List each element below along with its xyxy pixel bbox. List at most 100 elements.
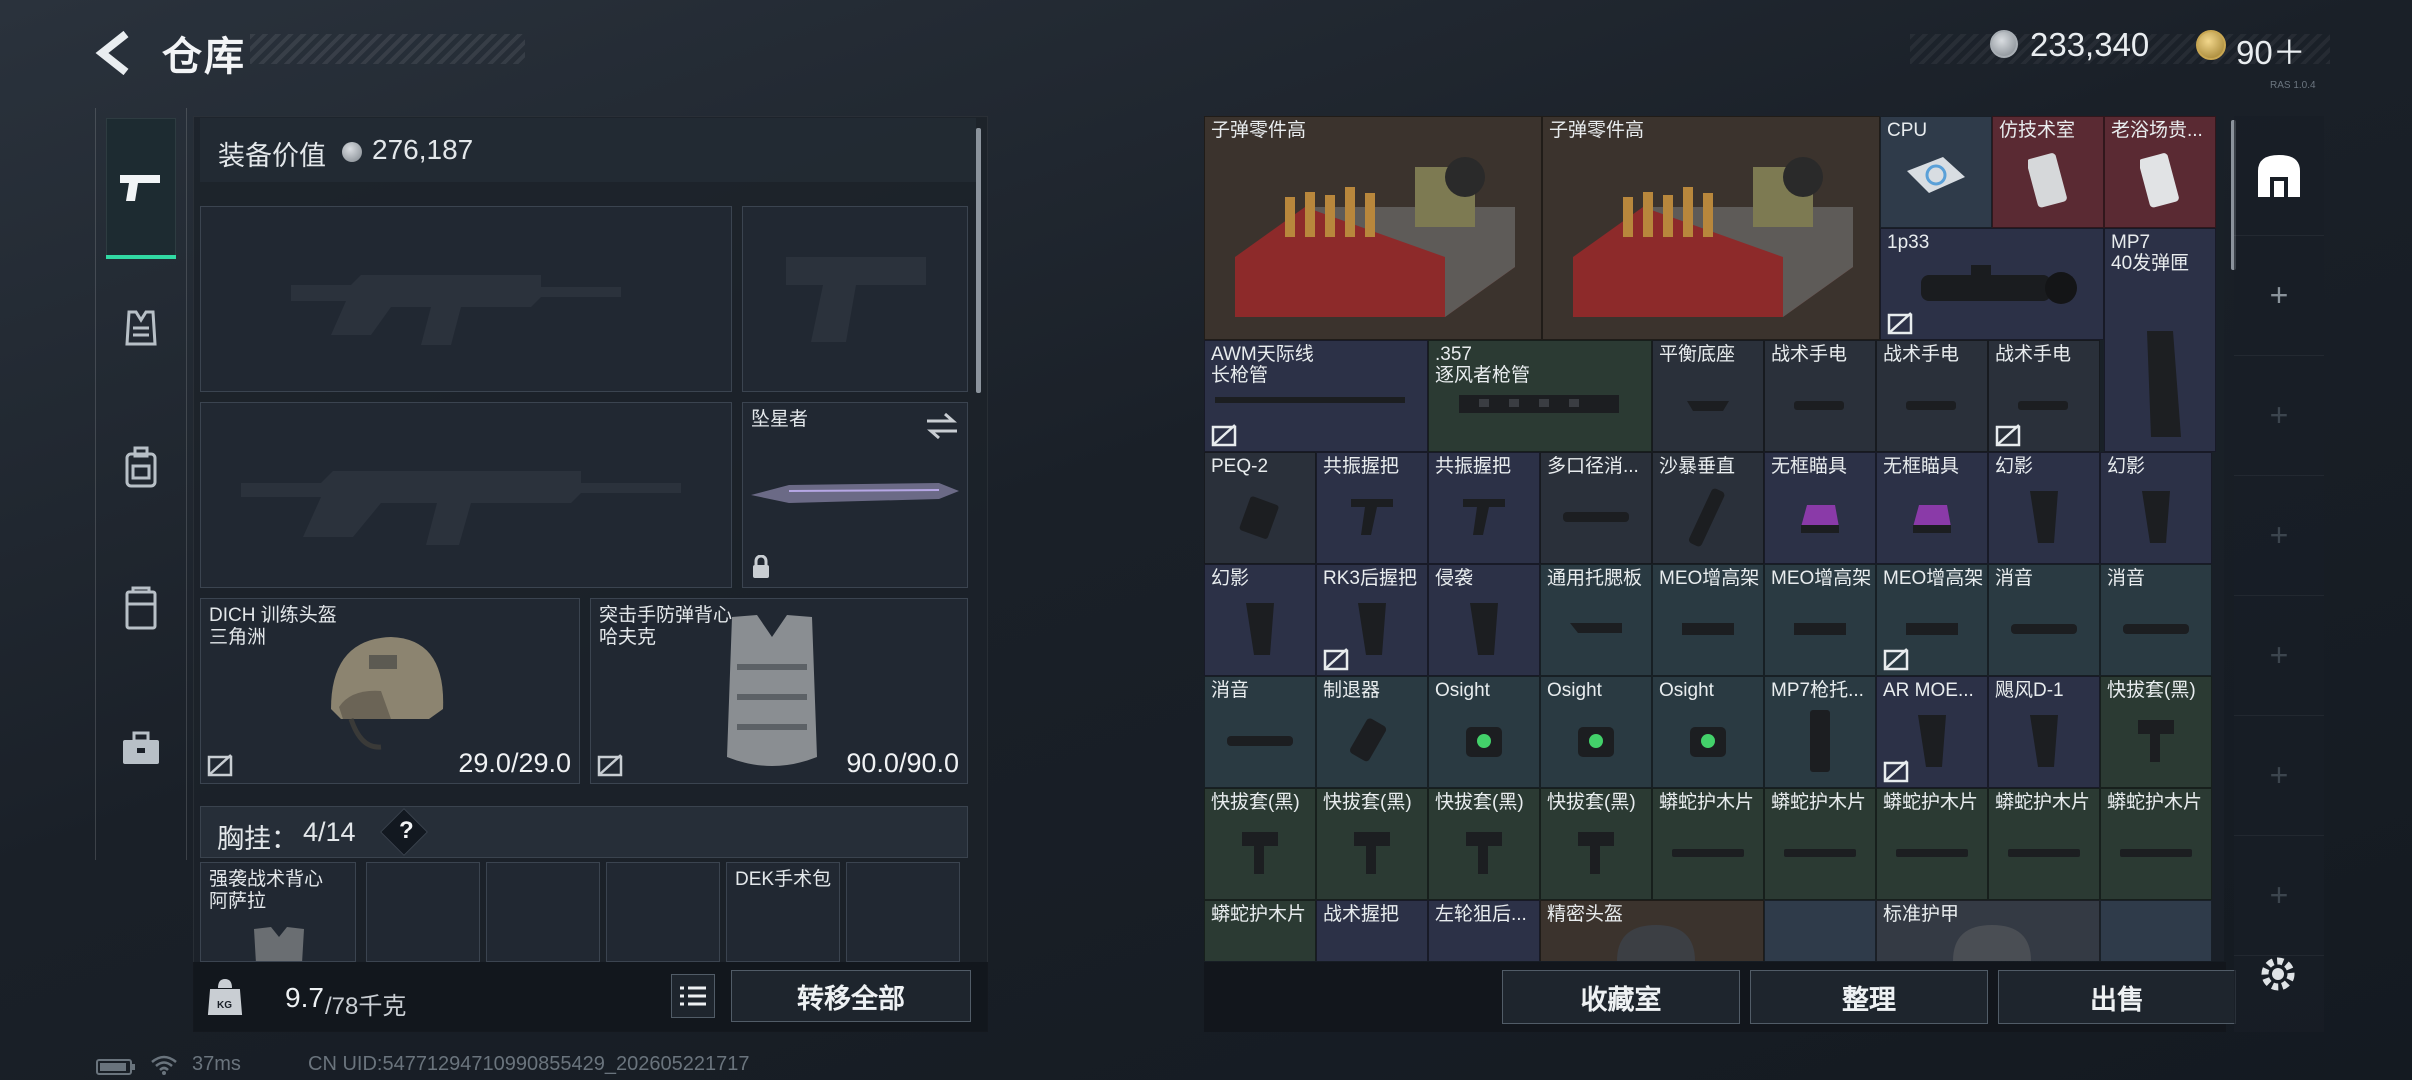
stash-item[interactable]: Osight (1540, 676, 1652, 788)
armor-slot[interactable]: 突击手防弹背心 哈夫克 90.0/90.0 (590, 598, 968, 784)
stash-item[interactable]: 沙暴垂直 (1652, 452, 1764, 564)
stash-item[interactable]: .357 逐风者枪管 (1428, 340, 1652, 452)
helmet-slot[interactable]: DICH 训练头盔 三角洲 29.0/29.0 (200, 598, 580, 784)
item-name: MP7 (2111, 232, 2151, 253)
stash-item[interactable]: 幻影 (2100, 452, 2212, 564)
stash-item[interactable]: AWM天际线 长枪管 (1204, 340, 1428, 452)
stash-item[interactable]: 幻影 (1204, 564, 1316, 676)
rig-slot-empty[interactable] (486, 862, 600, 962)
stash-item[interactable]: 快拔套(黑) (1540, 788, 1652, 900)
chest-rig-item[interactable]: 强袭战术背心 阿萨拉 (200, 862, 356, 962)
stash-item[interactable]: 消音 (2100, 564, 2212, 676)
rig-slot-empty[interactable] (366, 862, 480, 962)
secondary-weapon-slot[interactable] (200, 402, 732, 588)
list-view-button[interactable] (671, 974, 715, 1018)
stash-item[interactable]: 蟒蛇护木片 (1876, 788, 1988, 900)
stash-item[interactable]: 平衡底座 (1652, 340, 1764, 452)
keycard-icon (2140, 152, 2179, 208)
stash-item[interactable]: 飓风D-1 (1988, 676, 2100, 788)
stash-item[interactable]: CPU (1880, 116, 1992, 228)
stash-item[interactable]: MP7 40发弹匣 (2104, 228, 2216, 452)
stash-item[interactable]: 幻影 (1988, 452, 2100, 564)
stash-item[interactable]: 快拔套(黑) (1204, 788, 1316, 900)
plus-icon: + (2269, 877, 2289, 913)
add-storage-button[interactable]: + (2234, 596, 2324, 716)
stash-item[interactable]: 共振握把 (1316, 452, 1428, 564)
equipment-scrollbar[interactable] (976, 128, 981, 393)
stash-item[interactable]: 仿技术室 (1992, 116, 2104, 228)
tab-case[interactable] (106, 538, 176, 678)
stash-item[interactable]: RK3后握把 (1316, 564, 1428, 676)
rig-slot-empty[interactable] (606, 862, 720, 962)
red-dot-icon (1690, 726, 1726, 757)
item-name: 多口径消... (1547, 456, 1639, 477)
collection-button[interactable]: 收藏室 (1502, 970, 1740, 1024)
chest-count: 4/14 (303, 817, 356, 847)
item-name: AWM天际线 (1211, 344, 1314, 365)
add-storage-button[interactable]: + (2234, 716, 2324, 836)
stash-item[interactable]: 战术手电 (1988, 340, 2100, 452)
stash-item-empty[interactable] (1764, 900, 1876, 961)
stash-item[interactable]: 多口径消... (1540, 452, 1652, 564)
stash-item[interactable]: 快拔套(黑) (2100, 676, 2212, 788)
stash-item[interactable]: 无框瞄具 (1764, 452, 1876, 564)
stash-item[interactable]: 蟒蛇护木片 (1652, 788, 1764, 900)
stash-item[interactable]: MEO增高架 (1876, 564, 1988, 676)
stash-item[interactable]: 精密头盔 (1540, 900, 1764, 961)
stash-item[interactable]: Osight (1428, 676, 1540, 788)
stash-item[interactable]: 快拔套(黑) (1428, 788, 1540, 900)
add-storage-button[interactable]: + (2234, 236, 2324, 356)
stash-item[interactable]: 蟒蛇护木片 (1764, 788, 1876, 900)
stash-item[interactable]: 消音 (1988, 564, 2100, 676)
stash-item[interactable]: 无框瞄具 (1876, 452, 1988, 564)
item-name: 快拔套(黑) (1547, 792, 1636, 813)
stash-item[interactable]: 共振握把 (1428, 452, 1540, 564)
transfer-all-button[interactable]: 转移全部 (731, 970, 971, 1022)
add-storage-button[interactable]: + (2234, 356, 2324, 476)
stash-item-empty[interactable] (2100, 900, 2212, 961)
stash-item[interactable]: 战术手电 (1764, 340, 1876, 452)
stash-item[interactable]: AR MOE... (1876, 676, 1988, 788)
rig-slot-empty[interactable] (846, 862, 960, 962)
tab-backpack[interactable] (106, 398, 176, 538)
riser-icon (1682, 622, 1734, 635)
stash-item[interactable]: 蟒蛇护木片 (2100, 788, 2212, 900)
add-storage-button[interactable]: + (2234, 836, 2324, 956)
add-storage-button[interactable]: + (2234, 476, 2324, 596)
stash-item[interactable]: 左轮狙后... (1428, 900, 1540, 961)
stash-item[interactable]: 快拔套(黑) (1316, 788, 1428, 900)
stash-item[interactable]: 消音 (1204, 676, 1316, 788)
stash-item[interactable]: 战术手电 (1876, 340, 1988, 452)
help-icon[interactable]: ? (399, 817, 414, 845)
pouch-slot[interactable]: DEK手术包 (726, 862, 840, 962)
sell-button[interactable]: 出售 (1998, 970, 2236, 1024)
stash-item[interactable]: 1p33 (1880, 228, 2104, 340)
stash-item[interactable]: 子弹零件高 (1204, 116, 1542, 340)
stash-item[interactable]: Osight (1652, 676, 1764, 788)
stash-item[interactable]: 侵袭 (1428, 564, 1540, 676)
stash-item[interactable]: 通用托腮板 (1540, 564, 1652, 676)
storage-tab-main[interactable] (2234, 116, 2324, 236)
pistol-slot[interactable] (742, 206, 968, 392)
tab-weapons[interactable] (106, 118, 176, 259)
stash-item[interactable]: 战术握把 (1316, 900, 1428, 961)
stash-item[interactable]: 老浴场贵... (2104, 116, 2216, 228)
stash-item[interactable]: MEO增高架 (1652, 564, 1764, 676)
token-amount[interactable]: 90＋ (2236, 26, 2306, 74)
tab-vest[interactable] (106, 258, 176, 398)
stash-item[interactable]: 蟒蛇护木片 (1204, 900, 1316, 961)
back-arrow-icon[interactable] (92, 28, 142, 78)
tab-toolbox[interactable] (106, 678, 176, 818)
stash-item[interactable]: MP7枪托... (1764, 676, 1876, 788)
gear-icon[interactable] (2256, 952, 2300, 996)
stash-item[interactable]: PEQ-2 (1204, 452, 1316, 564)
stash-item[interactable]: 子弹零件高 (1542, 116, 1880, 340)
primary-weapon-slot[interactable] (200, 206, 732, 392)
stash-item[interactable]: 标准护甲 (1876, 900, 2100, 961)
swap-icon[interactable] (925, 411, 959, 441)
stash-item[interactable]: MEO增高架 (1764, 564, 1876, 676)
sort-button[interactable]: 整理 (1750, 970, 1988, 1024)
stash-item[interactable]: 蟒蛇护木片 (1988, 788, 2100, 900)
melee-slot[interactable]: 坠星者 (742, 402, 968, 588)
stash-item[interactable]: 制退器 (1316, 676, 1428, 788)
